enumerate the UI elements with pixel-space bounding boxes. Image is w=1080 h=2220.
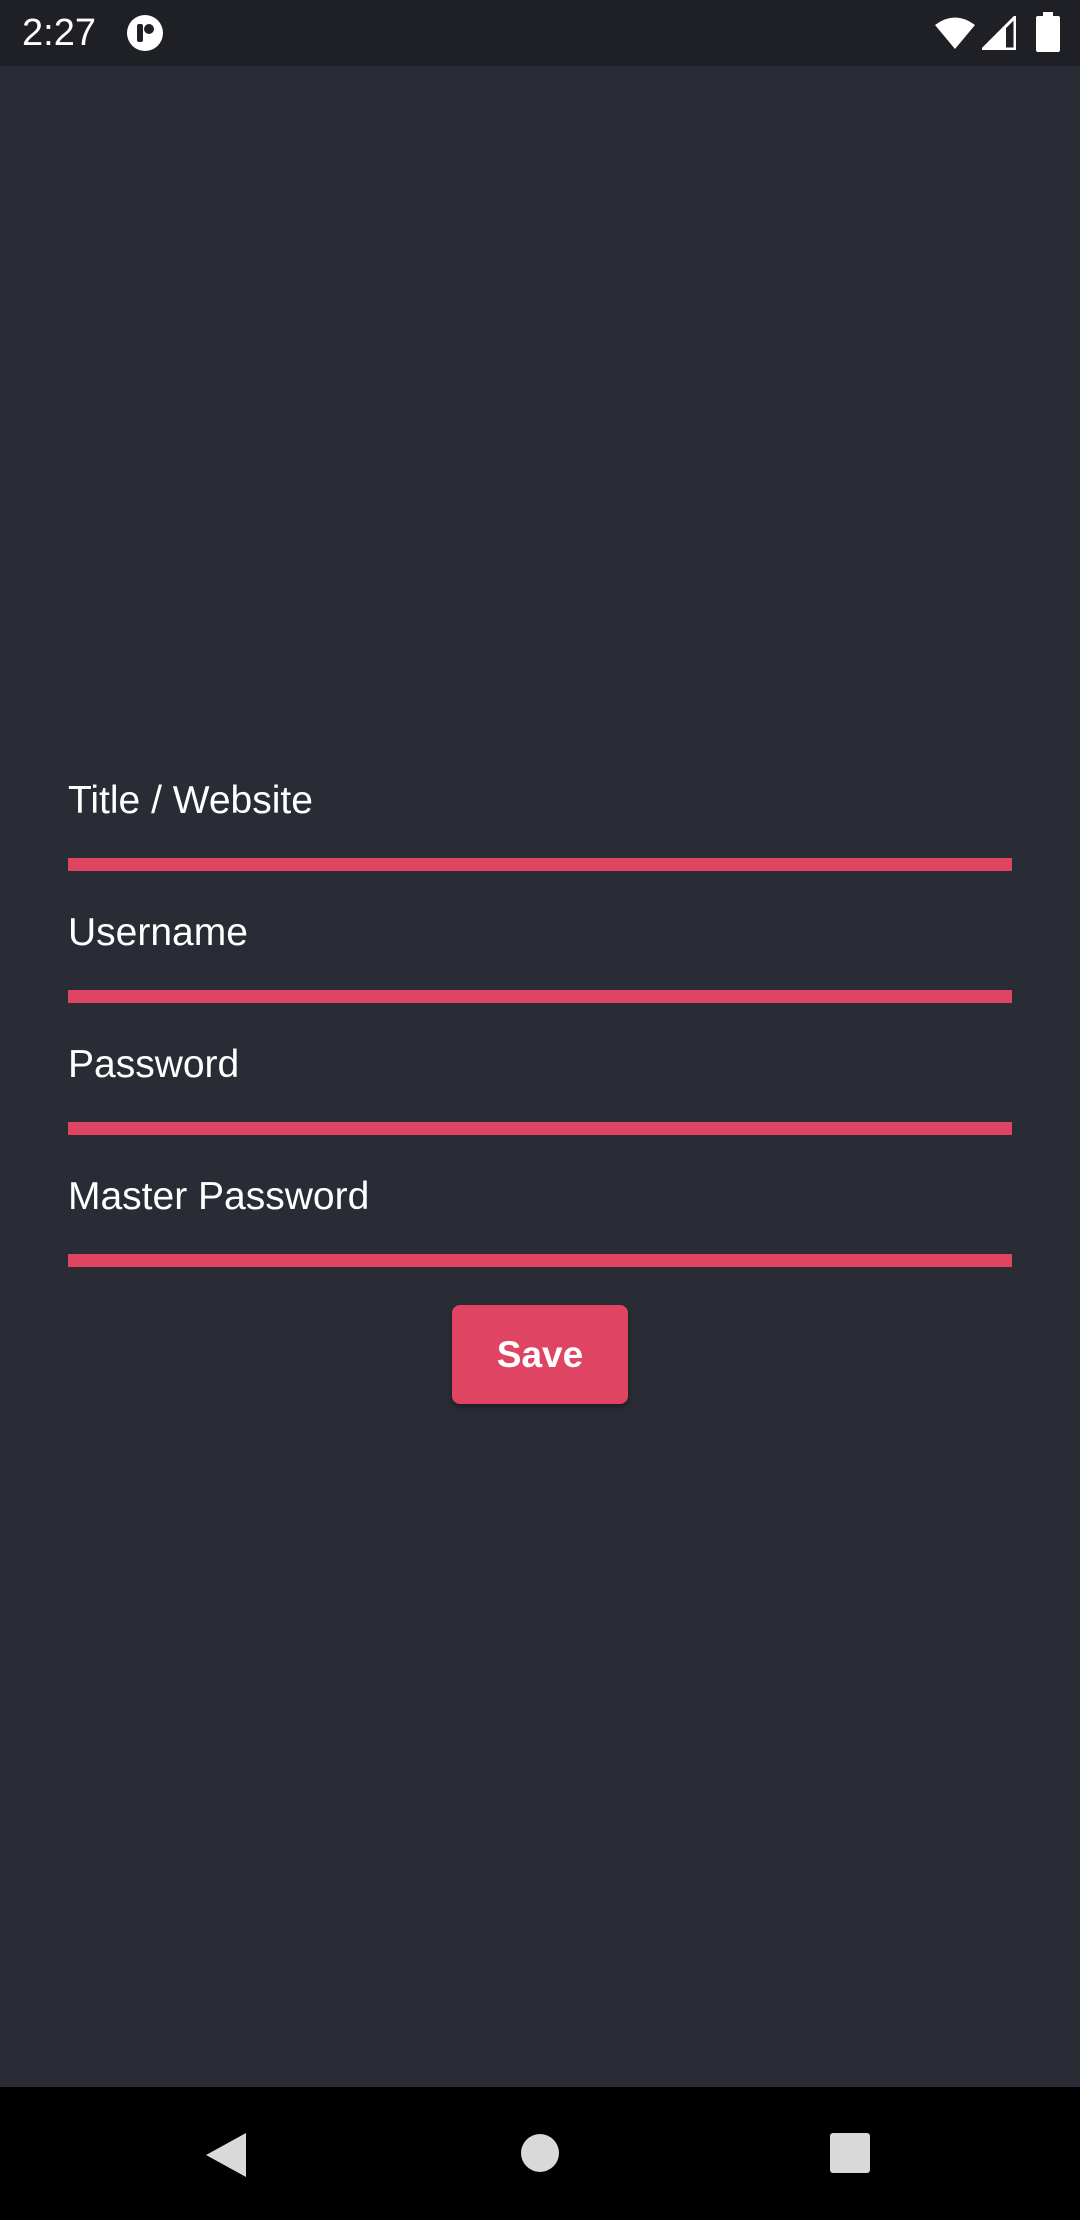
title-website-underline	[68, 858, 1012, 871]
master-password-label: Master Password	[68, 1175, 370, 1218]
notification-app-icon	[127, 15, 163, 51]
title-website-label: Title / Website	[68, 779, 313, 822]
password-underline	[68, 1122, 1012, 1135]
username-underline	[68, 990, 1012, 1003]
recents-icon[interactable]	[829, 2132, 871, 2174]
home-icon[interactable]	[520, 2133, 560, 2173]
username-label: Username	[68, 911, 248, 954]
back-icon[interactable]	[204, 2131, 248, 2179]
password-label: Password	[68, 1043, 240, 1086]
status-time: 2:27	[22, 12, 96, 54]
status-bar: 2:27	[0, 0, 1080, 66]
battery-icon	[1036, 12, 1060, 52]
save-button[interactable]: Save	[452, 1305, 628, 1404]
navigation-bar	[0, 2087, 1080, 2220]
cellular-signal-icon	[982, 16, 1016, 50]
wifi-icon	[935, 17, 975, 49]
master-password-underline	[68, 1254, 1012, 1267]
screen: 2:27 Title / Website Username Password M…	[0, 0, 1080, 2220]
